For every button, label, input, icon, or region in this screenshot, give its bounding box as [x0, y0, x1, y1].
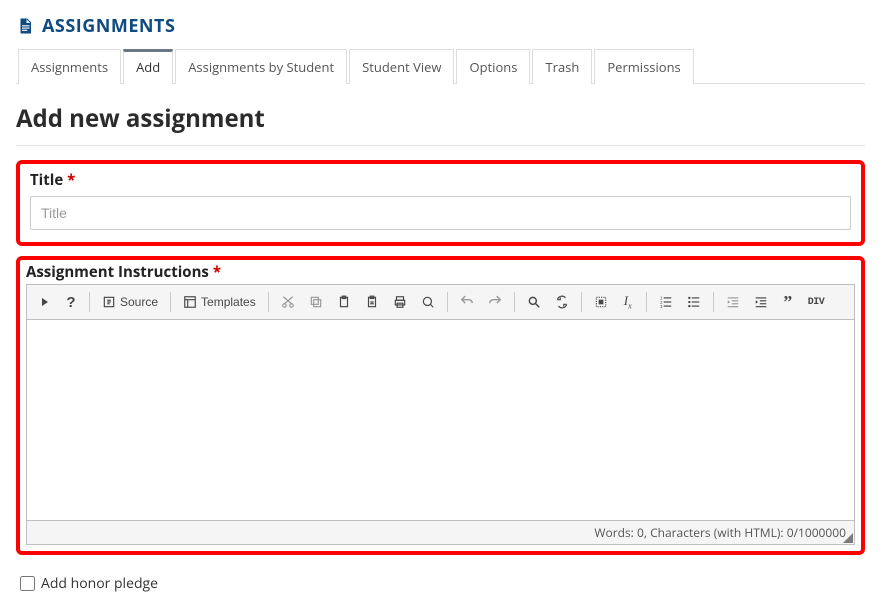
title-label: Title * [30, 170, 851, 190]
required-marker: * [213, 262, 221, 282]
spellcheck-button[interactable] [415, 289, 441, 315]
editor-content-area[interactable] [27, 320, 854, 520]
paste-button[interactable] [331, 289, 357, 315]
title-highlight-box: Title * [16, 160, 865, 246]
cut-button[interactable] [275, 289, 301, 315]
title-input[interactable] [30, 196, 851, 230]
editor-status-bar: Words: 0, Characters (with HTML): 0/1000… [27, 520, 854, 544]
tab-permissions[interactable]: Permissions [594, 49, 693, 84]
title-label-text: Title [30, 170, 63, 190]
templates-button[interactable]: Templates [177, 289, 262, 315]
form-heading: Add new assignment [16, 102, 865, 135]
instructions-label: Assignment Instructions * [26, 262, 855, 282]
required-marker: * [67, 170, 75, 190]
toolbar-separator [447, 292, 448, 312]
div-container-button[interactable]: DIV [802, 289, 831, 315]
honor-pledge-label[interactable]: Add honor pledge [41, 574, 158, 593]
rich-text-editor: ? Source Templates [26, 284, 855, 545]
resize-grip[interactable] [843, 533, 853, 543]
toolbar-separator [89, 292, 90, 312]
instructions-label-text: Assignment Instructions [26, 262, 209, 282]
source-label: Source [120, 295, 158, 309]
toolbar-separator [713, 292, 714, 312]
toolbar-separator [581, 292, 582, 312]
tab-add[interactable]: Add [123, 49, 173, 84]
tab-assignments[interactable]: Assignments [18, 49, 121, 84]
expand-toolbar-button[interactable] [33, 289, 57, 315]
toolbar-separator [646, 292, 647, 312]
instructions-highlight-box: Assignment Instructions * ? Source Templ… [16, 256, 865, 555]
divider [16, 145, 865, 146]
remove-format-button[interactable]: Ix [616, 289, 640, 315]
copy-button[interactable] [303, 289, 329, 315]
source-button[interactable]: Source [96, 289, 164, 315]
tab-student-view[interactable]: Student View [349, 49, 454, 84]
outdent-button[interactable] [720, 289, 746, 315]
svg-text:3: 3 [660, 304, 663, 309]
toolbar-separator [268, 292, 269, 312]
tabs: Assignments Add Assignments by Student S… [16, 48, 865, 84]
select-all-button[interactable] [588, 289, 614, 315]
replace-button[interactable] [549, 289, 575, 315]
tab-options[interactable]: Options [456, 49, 530, 84]
indent-button[interactable] [748, 289, 774, 315]
tab-trash[interactable]: Trash [532, 49, 592, 84]
page-title: ASSIGNMENTS [42, 14, 175, 38]
help-button[interactable]: ? [59, 289, 83, 315]
templates-label: Templates [201, 295, 256, 309]
page-header: ASSIGNMENTS [16, 0, 865, 48]
undo-button[interactable] [454, 289, 480, 315]
status-text: Words: 0, Characters (with HTML): 0/1000… [594, 524, 846, 541]
find-button[interactable] [521, 289, 547, 315]
tab-assignments-by-student[interactable]: Assignments by Student [175, 49, 347, 84]
paste-text-button[interactable] [359, 289, 385, 315]
document-icon [16, 17, 34, 35]
toolbar-separator [170, 292, 171, 312]
redo-button[interactable] [482, 289, 508, 315]
blockquote-button[interactable]: ” [776, 289, 800, 315]
print-button[interactable] [387, 289, 413, 315]
honor-pledge-checkbox[interactable] [20, 576, 35, 591]
bullet-list-button[interactable] [681, 289, 707, 315]
numbered-list-button[interactable]: 123 [653, 289, 679, 315]
editor-toolbar: ? Source Templates [27, 285, 854, 320]
toolbar-separator [514, 292, 515, 312]
